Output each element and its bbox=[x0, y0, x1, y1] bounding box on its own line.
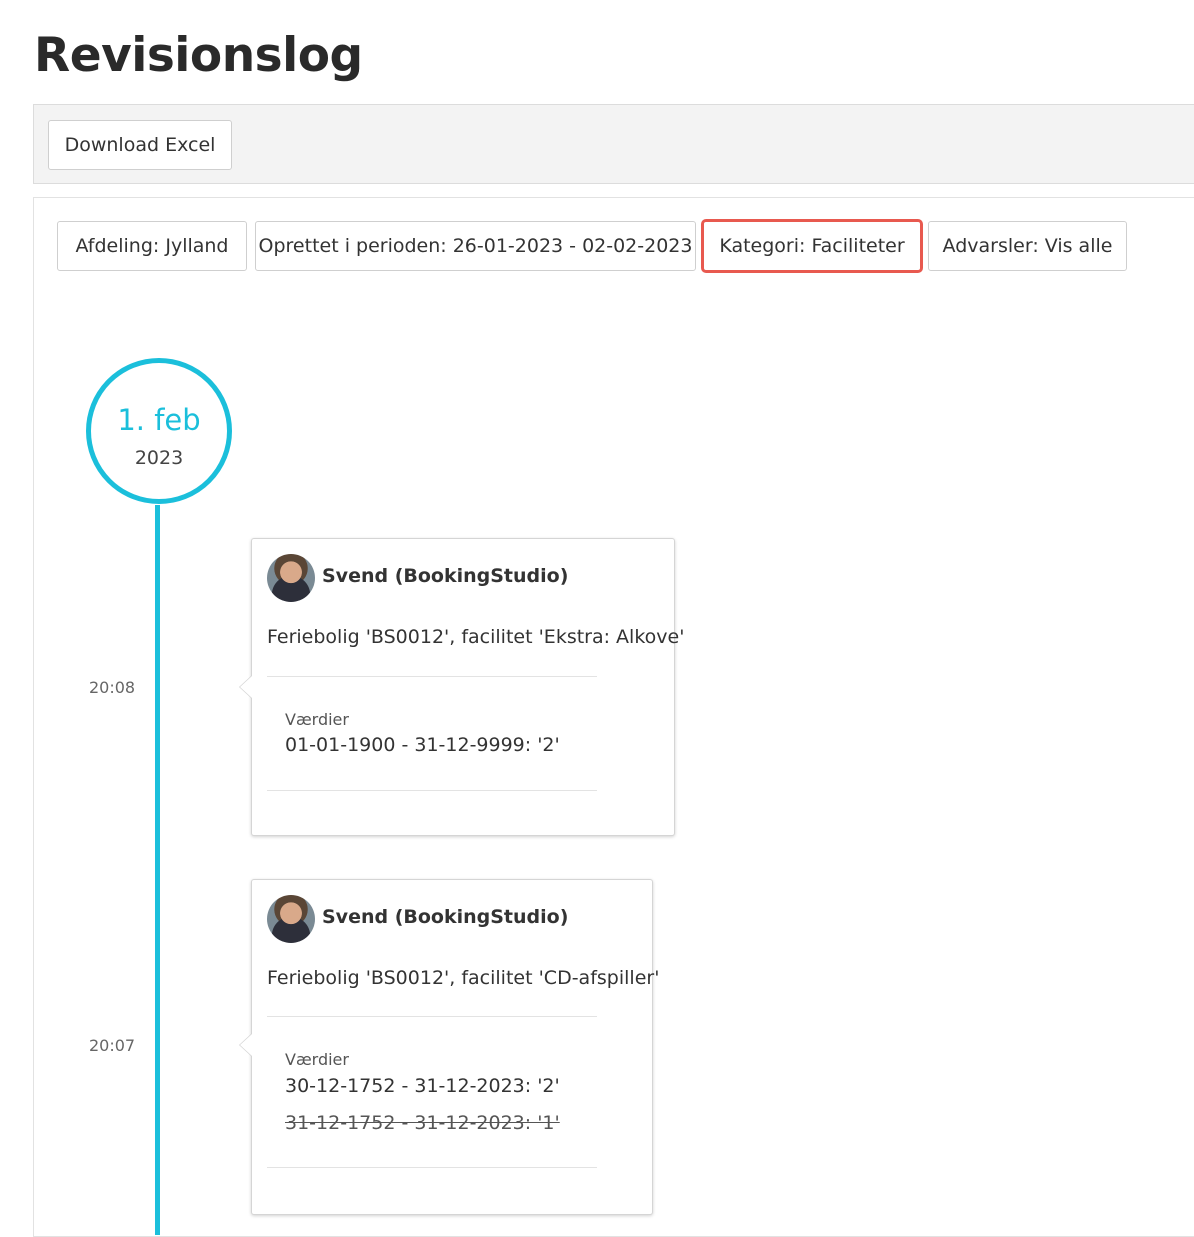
revision-entry-card: Svend (BookingStudio) Feriebolig 'BS0012… bbox=[239, 879, 659, 1215]
timeline-date-day: 1. feb bbox=[117, 403, 201, 437]
entry-description: Feriebolig 'BS0012', facilitet 'CD-afspi… bbox=[267, 967, 660, 989]
new-value: 01-01-1900 - 31-12-9999: '2' bbox=[285, 734, 560, 756]
entry-divider bbox=[267, 790, 597, 791]
card-pointer bbox=[239, 1033, 252, 1057]
entry-time: 20:07 bbox=[89, 1036, 136, 1055]
timeline-date-year: 2023 bbox=[134, 447, 184, 469]
values-label: Værdier bbox=[285, 1050, 349, 1069]
entry-time: 20:08 bbox=[89, 678, 136, 697]
timeline-date-marker: 1. feb 2023 bbox=[86, 358, 232, 504]
entry-divider bbox=[267, 676, 597, 677]
page-title: Revisionslog bbox=[34, 28, 363, 83]
filter-warnings-button[interactable]: Advarsler: Vis alle bbox=[928, 221, 1127, 271]
entry-description: Feriebolig 'BS0012', facilitet 'Ekstra: … bbox=[267, 626, 685, 648]
values-label: Værdier bbox=[285, 710, 349, 729]
download-excel-button[interactable]: Download Excel bbox=[48, 120, 232, 170]
timeline-line bbox=[155, 505, 160, 1235]
user-avatar bbox=[267, 554, 315, 602]
filter-department-button[interactable]: Afdeling: Jylland bbox=[57, 221, 247, 271]
filter-period-button[interactable]: Oprettet i perioden: 26-01-2023 - 02-02-… bbox=[255, 221, 696, 271]
entry-divider bbox=[267, 1016, 597, 1017]
new-value: 30-12-1752 - 31-12-2023: '2' bbox=[285, 1075, 560, 1097]
card-pointer bbox=[239, 675, 252, 699]
revision-entry-card: Svend (BookingStudio) Feriebolig 'BS0012… bbox=[239, 538, 684, 836]
old-value: 31-12-1752 - 31-12-2023: '1' bbox=[285, 1112, 560, 1134]
toolbar: Download Excel bbox=[33, 104, 1194, 184]
entry-user-name: Svend (BookingStudio) bbox=[322, 565, 569, 587]
user-avatar bbox=[267, 895, 315, 943]
entry-divider bbox=[267, 1167, 597, 1168]
entry-user-name: Svend (BookingStudio) bbox=[322, 906, 569, 928]
filter-category-button[interactable]: Kategori: Faciliteter bbox=[701, 219, 923, 273]
